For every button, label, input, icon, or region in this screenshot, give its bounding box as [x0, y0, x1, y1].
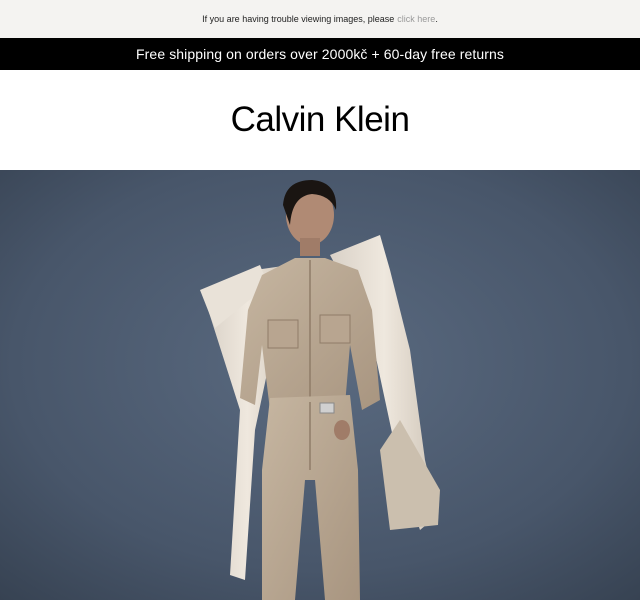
hero-photo [0, 170, 640, 600]
brand-logo-link[interactable]: Calvin Klein [231, 100, 410, 140]
header: Calvin Klein [0, 70, 640, 170]
promo-banner[interactable]: Free shipping on orders over 2000kč + 60… [0, 38, 640, 70]
view-in-browser-link[interactable]: click here [397, 14, 435, 24]
preheader-text: If you are having trouble viewing images… [202, 14, 395, 24]
preheader: If you are having trouble viewing images… [0, 0, 640, 38]
hero-image[interactable] [0, 170, 640, 600]
preheader-suffix: . [435, 14, 438, 24]
brand-logo: Calvin Klein [230, 100, 410, 139]
promo-text: Free shipping on orders over 2000kč + 60… [136, 46, 504, 62]
